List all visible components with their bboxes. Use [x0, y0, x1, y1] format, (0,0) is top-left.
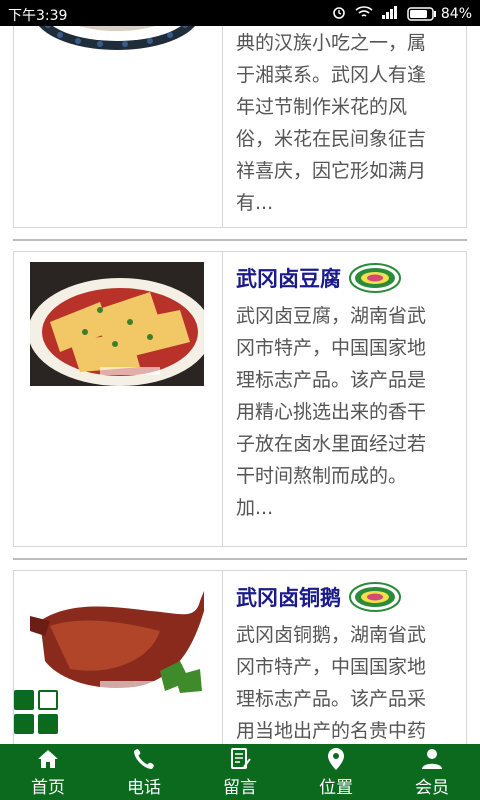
product-text: 典的汉族小吃之一，属 于湘菜系。武冈人有逢 年过节制作米花的风 俗，米花在民间象…: [236, 27, 452, 219]
product-image-cell: [14, 26, 223, 227]
location-icon: [328, 747, 344, 770]
battery-indicator: 84%: [407, 6, 472, 22]
nav-home[interactable]: 首页: [0, 744, 96, 800]
geo-indication-badge-icon: [349, 582, 401, 612]
nav-label: 首页: [31, 777, 65, 798]
nav-label: 留言: [223, 777, 257, 798]
product-title[interactable]: 武冈卤豆腐: [236, 263, 341, 293]
status-icons: 84%: [331, 4, 472, 24]
product-photo[interactable]: [30, 262, 204, 386]
product-photo[interactable]: [30, 581, 204, 705]
product-text: 武冈卤豆腐 武冈卤豆腐，湖南省武 冈市特产，中国国家地 理标志产品。该产品是 用…: [236, 252, 452, 524]
signal-icon: [381, 4, 399, 24]
grid-square-icon: [38, 714, 58, 734]
user-icon: [422, 748, 442, 769]
product-title[interactable]: 武冈卤铜鹅: [236, 582, 341, 612]
home-icon: [38, 749, 58, 768]
nav-location[interactable]: 位置: [288, 744, 384, 800]
grid-square-icon: [38, 690, 58, 710]
nav-label: 会员: [415, 777, 449, 798]
status-time: 下午3:39: [8, 8, 68, 24]
product-card[interactable]: 典的汉族小吃之一，属 于湘菜系。武冈人有逢 年过节制作米花的风 俗，米花在民间象…: [13, 26, 467, 228]
product-image-cell: [14, 252, 223, 546]
product-title-row[interactable]: 武冈卤铜鹅: [236, 575, 452, 619]
product-photo[interactable]: [30, 26, 204, 67]
phone-icon: [134, 748, 154, 769]
nav-message[interactable]: 留言: [192, 744, 288, 800]
grid-square-icon: [14, 714, 34, 734]
product-list[interactable]: 典的汉族小吃之一，属 于湘菜系。武冈人有逢 年过节制作米花的风 俗，米花在民间象…: [0, 26, 480, 744]
floating-menu-button[interactable]: [14, 690, 60, 736]
geo-indication-badge-icon: [349, 263, 401, 293]
product-description: 武冈卤铜鹅，湖南省武 冈市特产，中国国家地 理标志产品。该产品采 用当地出产的名…: [236, 624, 427, 742]
product-description: 武冈卤豆腐，湖南省武 冈市特产，中国国家地 理标志产品。该产品是 用精心挑选出来…: [236, 305, 427, 519]
divider: [13, 239, 467, 241]
alarm-icon: [331, 4, 347, 24]
product-text: 武冈卤铜鹅 武冈卤铜鹅，湖南省武 冈市特产，中国国家地 理标志产品。该产品采 用…: [236, 571, 452, 744]
grid-square-icon: [14, 690, 34, 710]
product-title-row[interactable]: 武冈卤豆腐: [236, 256, 452, 300]
wifi-icon: [355, 4, 373, 24]
nav-member[interactable]: 会员: [384, 744, 480, 800]
product-card[interactable]: 武冈卤豆腐 武冈卤豆腐，湖南省武 冈市特产，中国国家地 理标志产品。该产品是 用…: [13, 251, 467, 547]
product-description: 典的汉族小吃之一，属 于湘菜系。武冈人有逢 年过节制作米花的风 俗，米花在民间象…: [236, 32, 427, 214]
nav-phone[interactable]: 电话: [96, 744, 192, 800]
battery-percent: 84%: [440, 6, 472, 22]
product-card[interactable]: 武冈卤铜鹅 武冈卤铜鹅，湖南省武 冈市特产，中国国家地 理标志产品。该产品采 用…: [13, 570, 467, 744]
bottom-nav: 首页 电话 留言 位置 会员: [0, 744, 480, 800]
divider: [13, 558, 467, 560]
nav-label: 位置: [319, 777, 353, 798]
battery-icon: [407, 7, 436, 21]
status-bar: 下午3:39 84%: [0, 0, 480, 26]
nav-label: 电话: [127, 777, 161, 798]
message-icon: [231, 747, 251, 769]
